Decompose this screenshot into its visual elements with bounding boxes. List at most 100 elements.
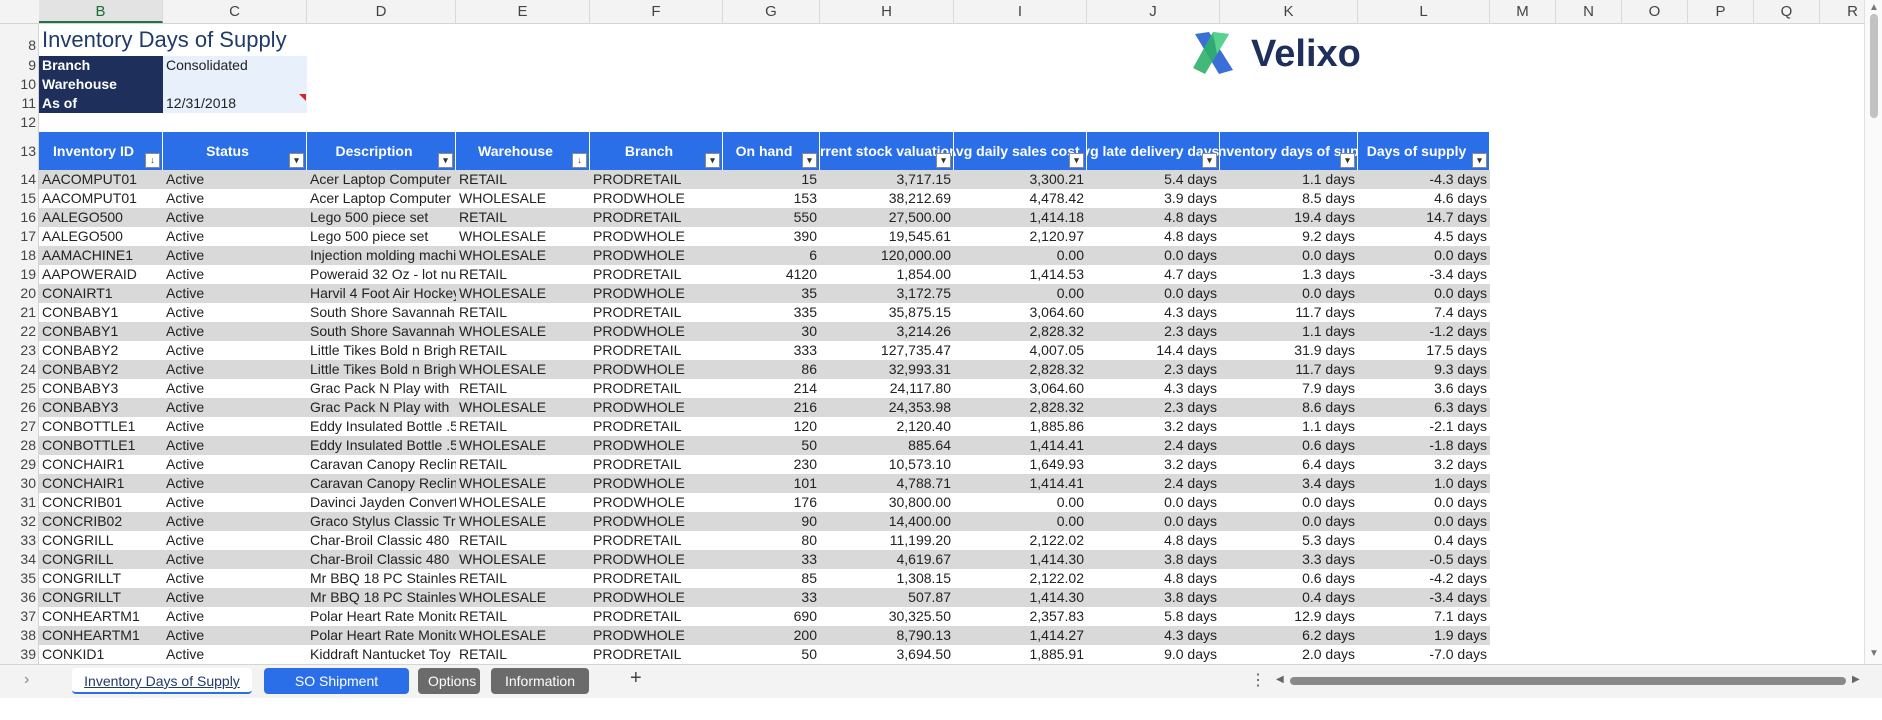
table-cell[interactable]: 33	[723, 550, 820, 569]
table-row-id[interactable]: AAPOWERAID	[39, 265, 163, 284]
table-cell[interactable]: 30,800.00	[820, 493, 954, 512]
table-cell[interactable]: RETAIL	[456, 341, 590, 360]
table-cell[interactable]: Active	[163, 379, 307, 398]
table-cell[interactable]: WHOLESALE	[456, 512, 590, 531]
table-cell[interactable]: Active	[163, 303, 307, 322]
table-row-id[interactable]: CONBABY1	[39, 303, 163, 322]
scroll-left-icon[interactable]: ◀	[1276, 674, 1284, 685]
table-cell[interactable]: 2,120.97	[954, 227, 1087, 246]
table-cell[interactable]: Active	[163, 645, 307, 664]
table-row-id[interactable]: CONBABY3	[39, 379, 163, 398]
table-cell[interactable]: PRODWHOLE	[590, 493, 723, 512]
table-row-id[interactable]: CONCHAIR1	[39, 474, 163, 493]
table-cell[interactable]: 4.6 days	[1358, 189, 1490, 208]
table-row-id[interactable]: CONKID1	[39, 645, 163, 664]
table-row-id[interactable]: AAMACHINE1	[39, 246, 163, 265]
table-cell[interactable]: Active	[163, 493, 307, 512]
row-header-22[interactable]: 22	[0, 322, 36, 341]
row-header-29[interactable]: 29	[0, 455, 36, 474]
row-header-26[interactable]: 26	[0, 398, 36, 417]
table-cell[interactable]: WHOLESALE	[456, 398, 590, 417]
table-cell[interactable]: 1,414.30	[954, 588, 1087, 607]
table-cell[interactable]: 12.9 days	[1220, 607, 1358, 626]
table-cell[interactable]: 2,828.32	[954, 322, 1087, 341]
table-cell[interactable]: 390	[723, 227, 820, 246]
table-cell[interactable]: South Shore Savannah	[307, 303, 456, 322]
table-cell[interactable]: RETAIL	[456, 417, 590, 436]
table-cell[interactable]: 35,875.15	[820, 303, 954, 322]
table-cell[interactable]: Active	[163, 398, 307, 417]
vertical-scroll-thumb[interactable]	[1870, 14, 1878, 118]
table-cell[interactable]: PRODRETAIL	[590, 303, 723, 322]
horizontal-scroll-thumb[interactable]	[1290, 677, 1846, 685]
row-header-33[interactable]: 33	[0, 531, 36, 550]
table-cell[interactable]: RETAIL	[456, 265, 590, 284]
horizontal-scrollbar[interactable]: ◀ ▶	[1276, 672, 1864, 690]
table-cell[interactable]: Active	[163, 436, 307, 455]
table-cell[interactable]: RETAIL	[456, 607, 590, 626]
row-header-16[interactable]: 16	[0, 208, 36, 227]
table-cell[interactable]: 3.2 days	[1358, 455, 1490, 474]
table-cell[interactable]: 7.9 days	[1220, 379, 1358, 398]
table-cell[interactable]: 38,212.69	[820, 189, 954, 208]
table-cell[interactable]: 1,885.91	[954, 645, 1087, 664]
row-header-15[interactable]: 15	[0, 189, 36, 208]
column-header-q[interactable]: Q	[1754, 0, 1820, 23]
table-cell[interactable]: 120,000.00	[820, 246, 954, 265]
table-row-id[interactable]: CONAIRT1	[39, 284, 163, 303]
row-header-28[interactable]: 28	[0, 436, 36, 455]
table-cell[interactable]: 5.3 days	[1220, 531, 1358, 550]
row-header-39[interactable]: 39	[0, 645, 36, 664]
add-sheet-button[interactable]: +	[630, 667, 642, 690]
table-cell[interactable]: Active	[163, 626, 307, 645]
table-cell[interactable]: PRODRETAIL	[590, 569, 723, 588]
table-cell[interactable]: South Shore Savannah	[307, 322, 456, 341]
table-cell[interactable]: RETAIL	[456, 645, 590, 664]
table-cell[interactable]: RETAIL	[456, 208, 590, 227]
table-cell[interactable]: Active	[163, 512, 307, 531]
table-cell[interactable]: PRODRETAIL	[590, 265, 723, 284]
table-cell[interactable]: 1,649.93	[954, 455, 1087, 474]
table-cell[interactable]: Active	[163, 322, 307, 341]
more-options-icon[interactable]: ⋮	[1250, 670, 1266, 690]
table-cell[interactable]: PRODRETAIL	[590, 170, 723, 189]
filter-dropdown-icon[interactable]: ▾	[1069, 153, 1084, 168]
table-cell[interactable]: 1,885.86	[954, 417, 1087, 436]
table-cell[interactable]: 3,172.75	[820, 284, 954, 303]
table-cell[interactable]: 333	[723, 341, 820, 360]
table-cell[interactable]: PRODRETAIL	[590, 417, 723, 436]
table-cell[interactable]: Active	[163, 607, 307, 626]
row-header-36[interactable]: 36	[0, 588, 36, 607]
table-cell[interactable]: 24,117.80	[820, 379, 954, 398]
table-cell[interactable]: 3.2 days	[1087, 455, 1220, 474]
row-header-24[interactable]: 24	[0, 360, 36, 379]
scroll-right-icon[interactable]: ▶	[1852, 674, 1860, 685]
filter-dropdown-icon[interactable]: ↓	[572, 153, 587, 168]
row-header-18[interactable]: 18	[0, 246, 36, 265]
table-cell[interactable]: 14.4 days	[1087, 341, 1220, 360]
table-row-id[interactable]: CONHEARTM1	[39, 626, 163, 645]
table-cell[interactable]: Active	[163, 474, 307, 493]
table-cell[interactable]: 1,414.41	[954, 474, 1087, 493]
column-header-e[interactable]: E	[456, 0, 590, 23]
table-cell[interactable]: 30	[723, 322, 820, 341]
table-cell[interactable]: 11.7 days	[1220, 360, 1358, 379]
param-value-1[interactable]	[163, 75, 307, 94]
table-cell[interactable]: 1.3 days	[1220, 265, 1358, 284]
table-cell[interactable]: 2.4 days	[1087, 474, 1220, 493]
column-header-k[interactable]: K	[1220, 0, 1358, 23]
table-cell[interactable]: Char-Broil Classic 480	[307, 531, 456, 550]
table-cell[interactable]: WHOLESALE	[456, 284, 590, 303]
table-cell[interactable]: 3.4 days	[1220, 474, 1358, 493]
table-cell[interactable]: 6.2 days	[1220, 626, 1358, 645]
table-row-id[interactable]: CONGRILL	[39, 550, 163, 569]
table-cell[interactable]: 2.0 days	[1220, 645, 1358, 664]
table-cell[interactable]: 176	[723, 493, 820, 512]
table-cell[interactable]: 4.8 days	[1087, 227, 1220, 246]
sheet-tab-3[interactable]: Information	[491, 668, 589, 694]
table-cell[interactable]: Active	[163, 189, 307, 208]
sheet-tab-2[interactable]: Options	[418, 668, 480, 694]
table-cell[interactable]: 27,500.00	[820, 208, 954, 227]
table-cell[interactable]: RETAIL	[456, 303, 590, 322]
filter-dropdown-icon[interactable]: ↓	[145, 153, 160, 168]
